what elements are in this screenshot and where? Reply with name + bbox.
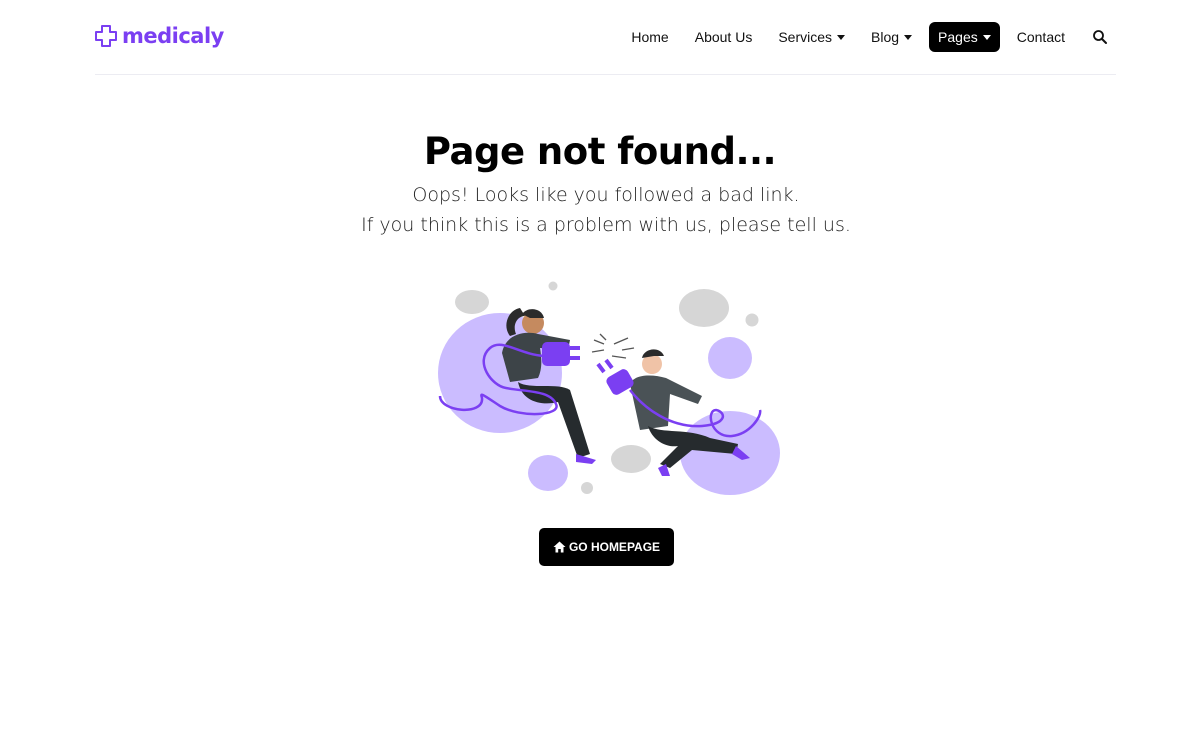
nav-item-pages[interactable]: Pages <box>929 22 1000 52</box>
caret-down-icon <box>904 34 913 40</box>
error-message-line-1: Oops! Looks like you followed a bad link… <box>412 184 800 206</box>
medical-cross-icon <box>95 25 117 47</box>
nav-item-label: Pages <box>938 29 978 45</box>
nav-item-home[interactable]: Home <box>622 22 677 52</box>
nav-item-contact[interactable]: Contact <box>1008 22 1074 52</box>
woman-plug-icon <box>542 342 580 366</box>
brand-name: medicaly <box>122 24 224 48</box>
nav-item-about-us[interactable]: About Us <box>686 22 762 52</box>
home-icon <box>553 541 566 553</box>
nav-item-label: Services <box>778 29 833 45</box>
main-nav: Home About Us Services Blog Pages Contac… <box>614 22 1108 52</box>
nav-item-label: Blog <box>871 29 900 45</box>
error-message-line-2: If you think this is a problem with us, … <box>361 214 851 236</box>
go-homepage-label: GO HOMEPAGE <box>568 540 661 554</box>
spark-lines <box>591 333 635 359</box>
background-blobs <box>438 281 780 495</box>
page-title: Page not found... <box>423 130 777 173</box>
caret-down-icon <box>982 34 991 40</box>
nav-item-label: Home <box>631 29 669 45</box>
go-homepage-button[interactable]: GO HOMEPAGE <box>539 528 674 566</box>
nav-item-services[interactable]: Services <box>769 22 854 52</box>
brand-logo[interactable]: medicaly <box>95 24 224 48</box>
caret-down-icon <box>837 34 846 40</box>
search-icon[interactable] <box>1092 29 1108 45</box>
nav-item-blog[interactable]: Blog <box>862 22 921 52</box>
nav-item-label: About Us <box>694 29 753 45</box>
nav-item-label: Contact <box>1016 29 1065 45</box>
site-header: medicaly Home About Us Services Blog Pag… <box>95 0 1116 75</box>
disconnected-plug-illustration <box>438 281 780 495</box>
